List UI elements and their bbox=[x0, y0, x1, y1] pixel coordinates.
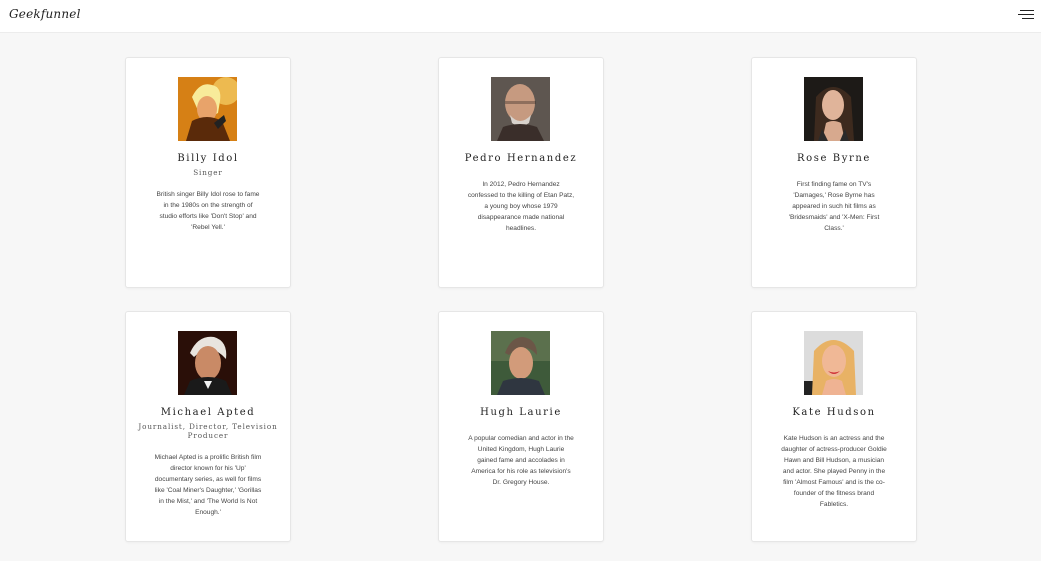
person-bio: Michael Apted is a prolific British film… bbox=[154, 454, 262, 516]
person-name: Hugh Laurie bbox=[480, 407, 562, 418]
person-name: Kate Hudson bbox=[792, 407, 876, 418]
hamburger-menu-icon[interactable] bbox=[1016, 8, 1034, 22]
person-card-billy-idol[interactable]: Billy Idol Singer British singer Billy I… bbox=[125, 57, 291, 288]
person-card-hugh-laurie[interactable]: Hugh Laurie A popular comedian and actor… bbox=[438, 311, 604, 542]
person-card-michael-apted[interactable]: Michael Apted Journalist, Director, Tele… bbox=[125, 311, 291, 542]
person-bio: In 2012, Pedro Hernandez confessed to th… bbox=[467, 181, 575, 232]
person-bio: British singer Billy Idol rose to fame i… bbox=[156, 191, 260, 231]
person-bio: Kate Hudson is an actress and the daught… bbox=[781, 435, 887, 508]
portrait-photo bbox=[491, 331, 550, 395]
person-role: Singer bbox=[193, 168, 223, 177]
portrait-photo bbox=[804, 77, 863, 141]
person-name: Rose Byrne bbox=[797, 153, 871, 164]
top-navbar: Geekfunnel bbox=[0, 0, 1041, 33]
person-name: Michael Apted bbox=[160, 407, 256, 418]
person-name: Pedro Hernandez bbox=[464, 153, 578, 164]
brand-logo[interactable]: Geekfunnel bbox=[9, 7, 81, 21]
person-card-rose-byrne[interactable]: Rose Byrne First finding fame on TV's 'D… bbox=[751, 57, 917, 288]
person-bio: A popular comedian and actor in the Unit… bbox=[468, 435, 574, 486]
portrait-photo bbox=[491, 77, 550, 141]
person-name: Billy Idol bbox=[177, 153, 239, 164]
person-bio: First finding fame on TV's 'Damages,' Ro… bbox=[788, 181, 880, 232]
portrait-photo bbox=[178, 77, 237, 141]
person-role: Journalist, Director, Television Produce… bbox=[138, 422, 278, 440]
person-card-pedro-hernandez[interactable]: Pedro Hernandez In 2012, Pedro Hernandez… bbox=[438, 57, 604, 288]
portrait-photo bbox=[804, 331, 863, 395]
portrait-photo bbox=[178, 331, 237, 395]
person-card-kate-hudson[interactable]: Kate Hudson Kate Hudson is an actress an… bbox=[751, 311, 917, 542]
